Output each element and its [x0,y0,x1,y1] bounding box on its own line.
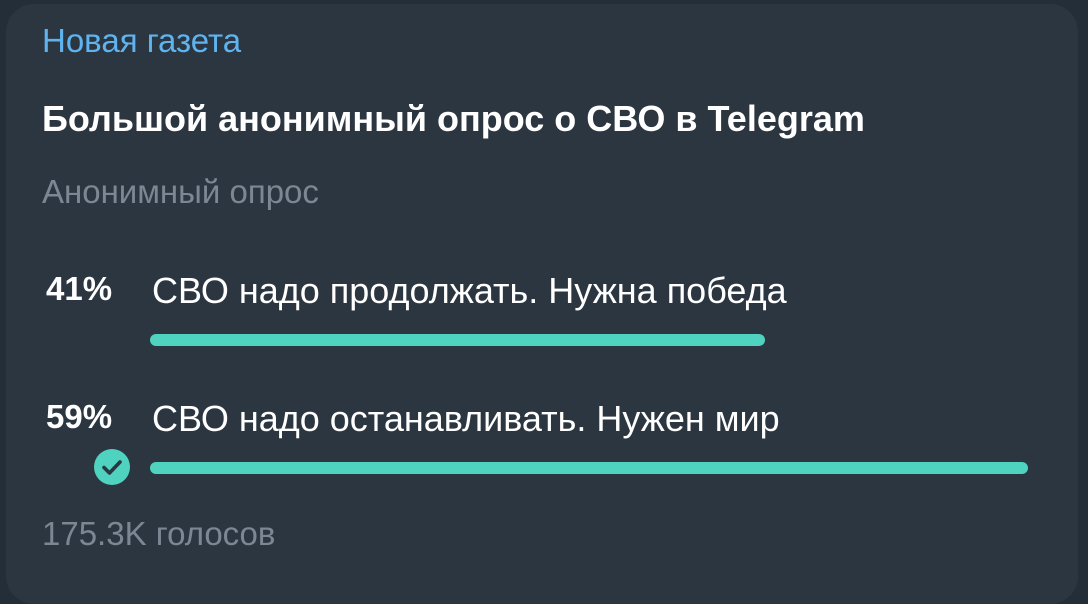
poll-result-bar [150,334,1028,346]
poll-option-percent: 41% [46,270,113,307]
poll-option-percent: 59% [46,398,113,435]
poll-type-label: Анонимный опрос [42,173,319,210]
chat-background: Новая газета Большой анонимный опрос о С… [0,0,1088,604]
poll-option-label: СВО надо продолжать. Нужна победа [152,270,787,311]
poll-option-label: СВО надо останавливать. Нужен мир [152,398,780,439]
channel-name[interactable]: Новая газета [42,22,241,60]
poll-question: Большой анонимный опрос о СВО в Telegram [42,98,865,139]
check-circle-icon [94,449,130,485]
poll-result-bar-fill [150,334,765,346]
poll-option-2[interactable]: 59% СВО надо останавливать. Нужен мир [0,398,1088,485]
poll-option-1[interactable]: 41% СВО надо продолжать. Нужна победа [0,270,1088,350]
poll-votes-count: 175.3K голосов [42,515,276,552]
poll-result-bar-fill [150,462,1028,474]
poll-result-bar [150,462,1028,474]
